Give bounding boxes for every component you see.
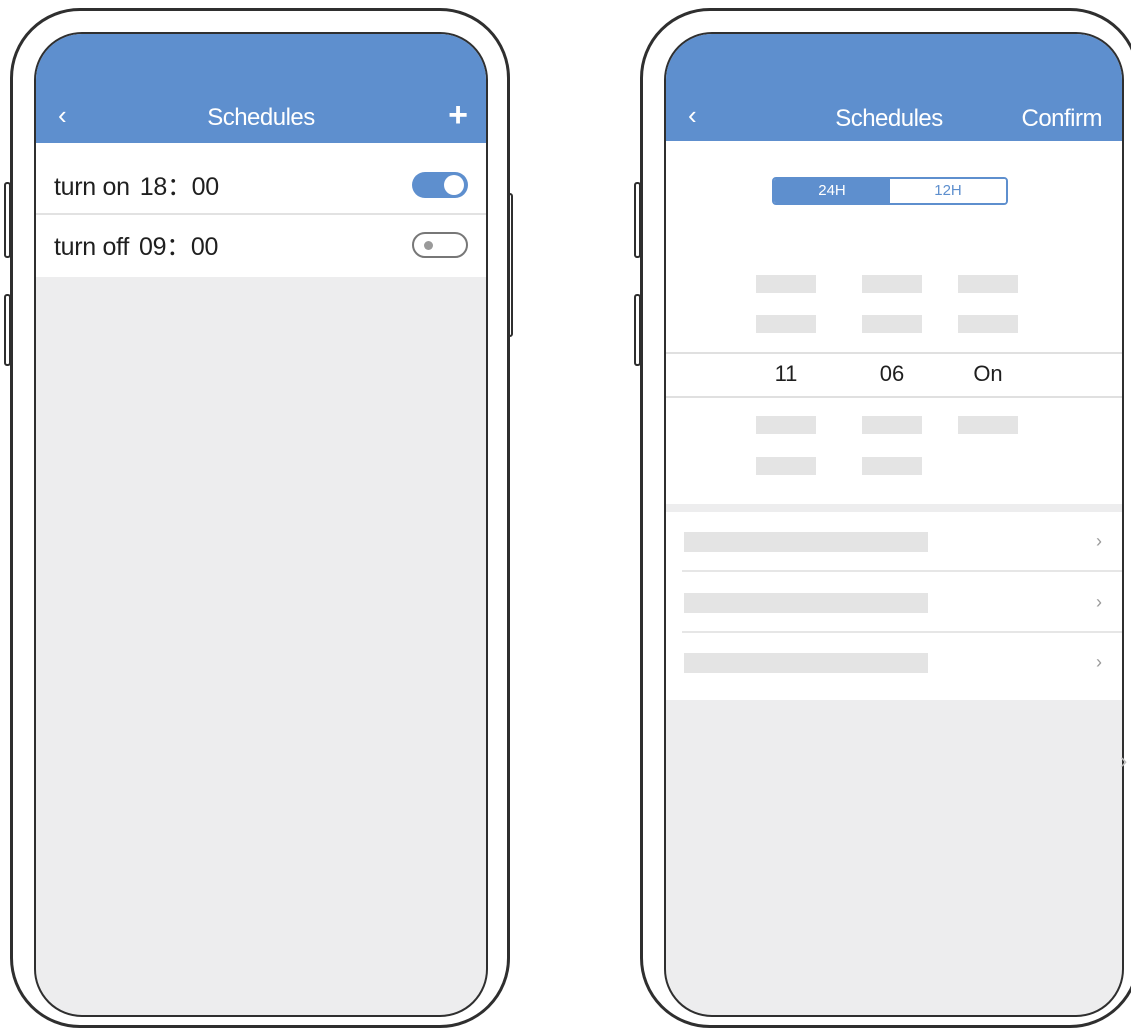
option-row-placeholder[interactable] bbox=[684, 593, 928, 613]
schedule-toggle-off[interactable] bbox=[412, 232, 468, 258]
picker-placeholder bbox=[958, 416, 1018, 434]
schedule-toggle-on[interactable] bbox=[412, 172, 468, 198]
right-phone-screen: ‹ Schedules Confirm 24H 12H 11 06 On › ›… bbox=[664, 32, 1124, 1017]
edge-chevron-icon: › bbox=[1120, 748, 1128, 773]
schedule-label: turn off 09：00 bbox=[54, 227, 228, 263]
state-picker[interactable]: On bbox=[948, 361, 1028, 387]
picker-selection-line bbox=[666, 396, 1122, 398]
left-header: ‹ Schedules + bbox=[36, 34, 486, 143]
option-divider bbox=[682, 570, 1122, 572]
picker-placeholder bbox=[958, 315, 1018, 333]
picker-placeholder bbox=[756, 275, 816, 293]
picker-placeholder bbox=[862, 275, 922, 293]
picker-placeholder bbox=[756, 315, 816, 333]
schedule-time: 18：00 bbox=[139, 173, 219, 201]
schedule-label: turn on 18：00 bbox=[54, 167, 229, 203]
schedule-action: turn off bbox=[54, 233, 129, 261]
left-phone-screen: ‹ Schedules + turn on 18：00 turn off 09：00 bbox=[34, 32, 488, 1017]
schedule-row[interactable]: turn off 09：00 bbox=[36, 215, 486, 273]
time-format-toggle: 24H 12H bbox=[772, 177, 1008, 205]
schedule-action: turn on bbox=[54, 173, 130, 201]
left-phone-frame: ‹ Schedules + turn on 18：00 turn off 09：00 bbox=[10, 8, 510, 1028]
picker-placeholder bbox=[756, 457, 816, 475]
picker-placeholder bbox=[862, 416, 922, 434]
add-schedule-icon[interactable]: + bbox=[448, 98, 468, 132]
schedule-time: 09：00 bbox=[138, 233, 219, 261]
format-12h-tab[interactable]: 12H bbox=[890, 179, 1006, 203]
toggle-knob bbox=[444, 175, 464, 195]
option-row-placeholder[interactable] bbox=[684, 532, 928, 552]
toggle-knob bbox=[424, 241, 433, 250]
page-title: Schedules bbox=[207, 104, 315, 131]
picker-placeholder bbox=[958, 275, 1018, 293]
confirm-button[interactable]: Confirm bbox=[1021, 105, 1102, 133]
schedule-row[interactable]: turn on 18：00 bbox=[36, 155, 486, 213]
minute-picker[interactable]: 06 bbox=[852, 361, 932, 387]
picker-placeholder bbox=[862, 315, 922, 333]
picker-placeholder bbox=[756, 416, 816, 434]
right-header: ‹ Schedules Confirm bbox=[666, 34, 1122, 141]
format-24h-tab[interactable]: 24H bbox=[774, 179, 890, 203]
option-divider bbox=[682, 631, 1122, 633]
picker-selection-line bbox=[666, 352, 1122, 354]
chevron-right-icon: › bbox=[1096, 531, 1102, 551]
hour-picker[interactable]: 11 bbox=[746, 361, 826, 387]
option-row-placeholder[interactable] bbox=[684, 653, 928, 673]
picker-placeholder bbox=[862, 457, 922, 475]
schedule-list: turn on 18：00 turn off 09：00 bbox=[36, 143, 486, 277]
chevron-right-icon: › bbox=[1096, 592, 1102, 612]
time-picker-panel: 24H 12H 11 06 On bbox=[666, 141, 1122, 504]
options-list: › › › bbox=[666, 512, 1122, 700]
right-phone-frame: ‹ Schedules Confirm 24H 12H 11 06 On › ›… bbox=[640, 8, 1131, 1028]
chevron-right-icon: › bbox=[1096, 652, 1102, 672]
